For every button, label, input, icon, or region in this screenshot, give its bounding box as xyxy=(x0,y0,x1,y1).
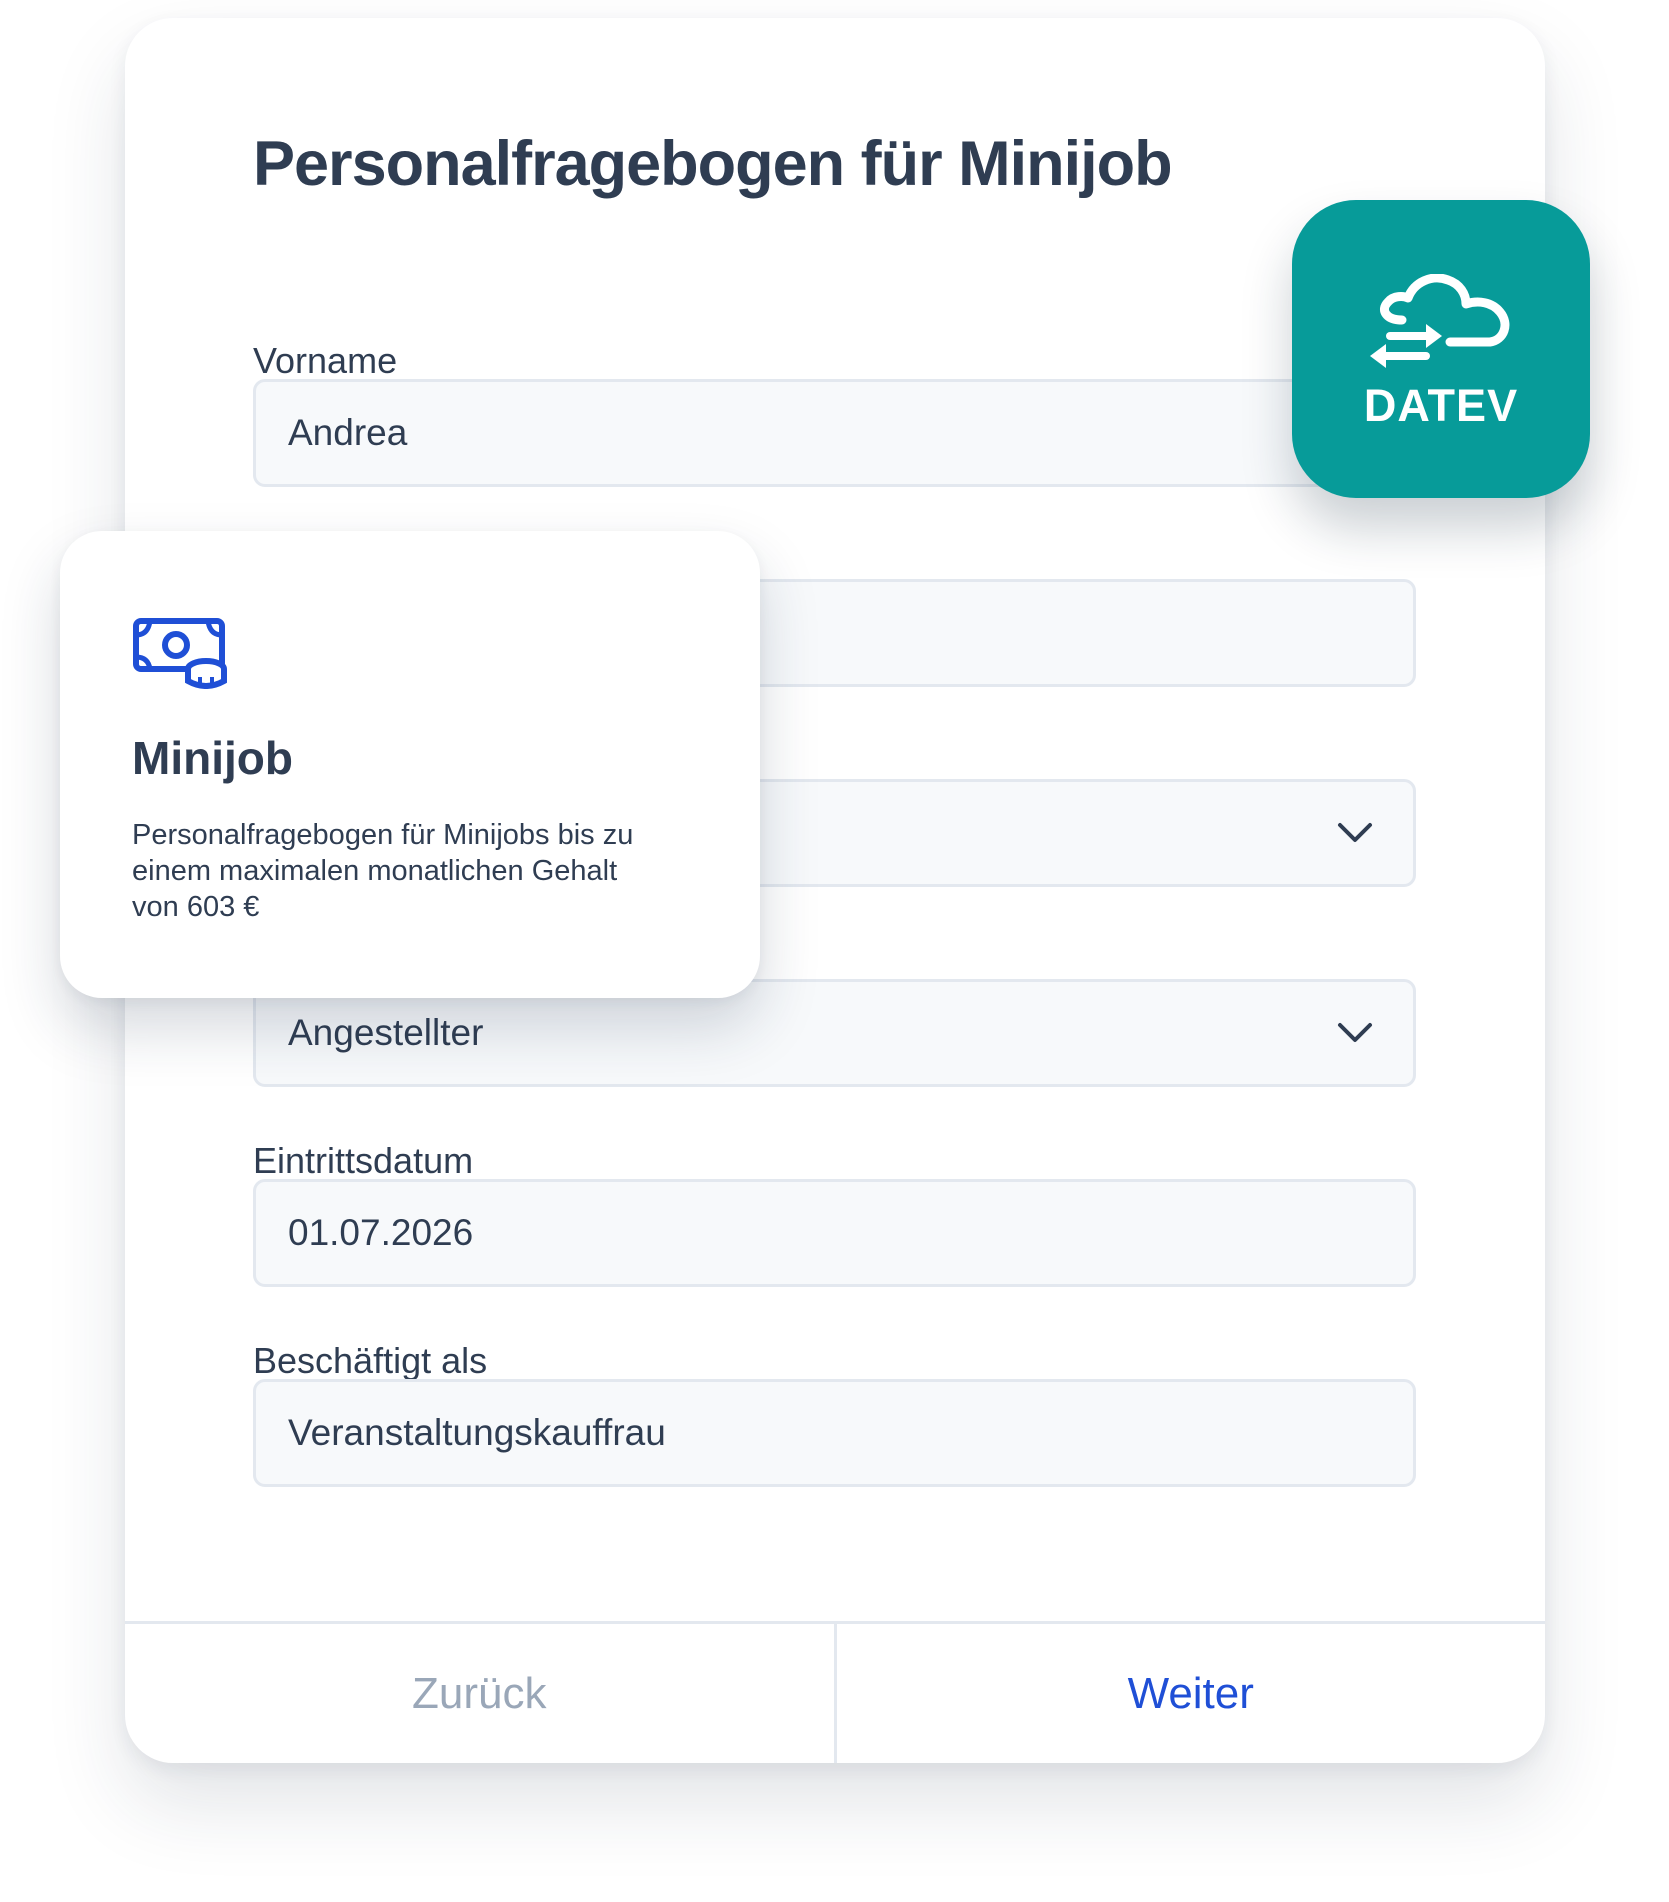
start-date-label: Eintrittsdatum xyxy=(253,1140,474,1181)
job-title-input[interactable]: Veranstaltungskauffrau xyxy=(253,1379,1416,1487)
money-coin-icon xyxy=(133,618,227,689)
start-date-input[interactable]: 01.07.2026 xyxy=(253,1179,1416,1287)
info-card-description: Personalfragebogen für Minijobs bis zu e… xyxy=(132,819,634,923)
info-card-title: Minijob xyxy=(132,732,293,784)
cloud-sync-icon xyxy=(1370,274,1510,368)
job-title-label: Beschäftigt als xyxy=(253,1340,488,1381)
chevron-down-icon xyxy=(1338,823,1372,842)
job-title-value: Veranstaltungskauffrau xyxy=(288,1412,666,1453)
employee-type-value: Angestellter xyxy=(288,1012,484,1053)
back-button[interactable]: Zurück xyxy=(125,1624,837,1763)
first-name-label: Vorname xyxy=(253,340,398,381)
first-name-value: Andrea xyxy=(288,412,408,453)
first-name-input[interactable]: Andrea xyxy=(253,379,1416,487)
datev-logo-text: DATEV xyxy=(1363,380,1519,431)
chevron-down-icon xyxy=(1338,1023,1372,1042)
minijob-info-card: Minijob Personalfragebogen für Minijobs … xyxy=(60,531,760,998)
page-title: Personalfragebogen für Minijob xyxy=(253,129,1173,199)
start-date-value: 01.07.2026 xyxy=(288,1212,474,1253)
form-footer: Zurück Weiter xyxy=(125,1621,1545,1763)
datev-logo-badge: DATEV xyxy=(1292,200,1590,498)
next-button[interactable]: Weiter xyxy=(837,1624,1546,1763)
